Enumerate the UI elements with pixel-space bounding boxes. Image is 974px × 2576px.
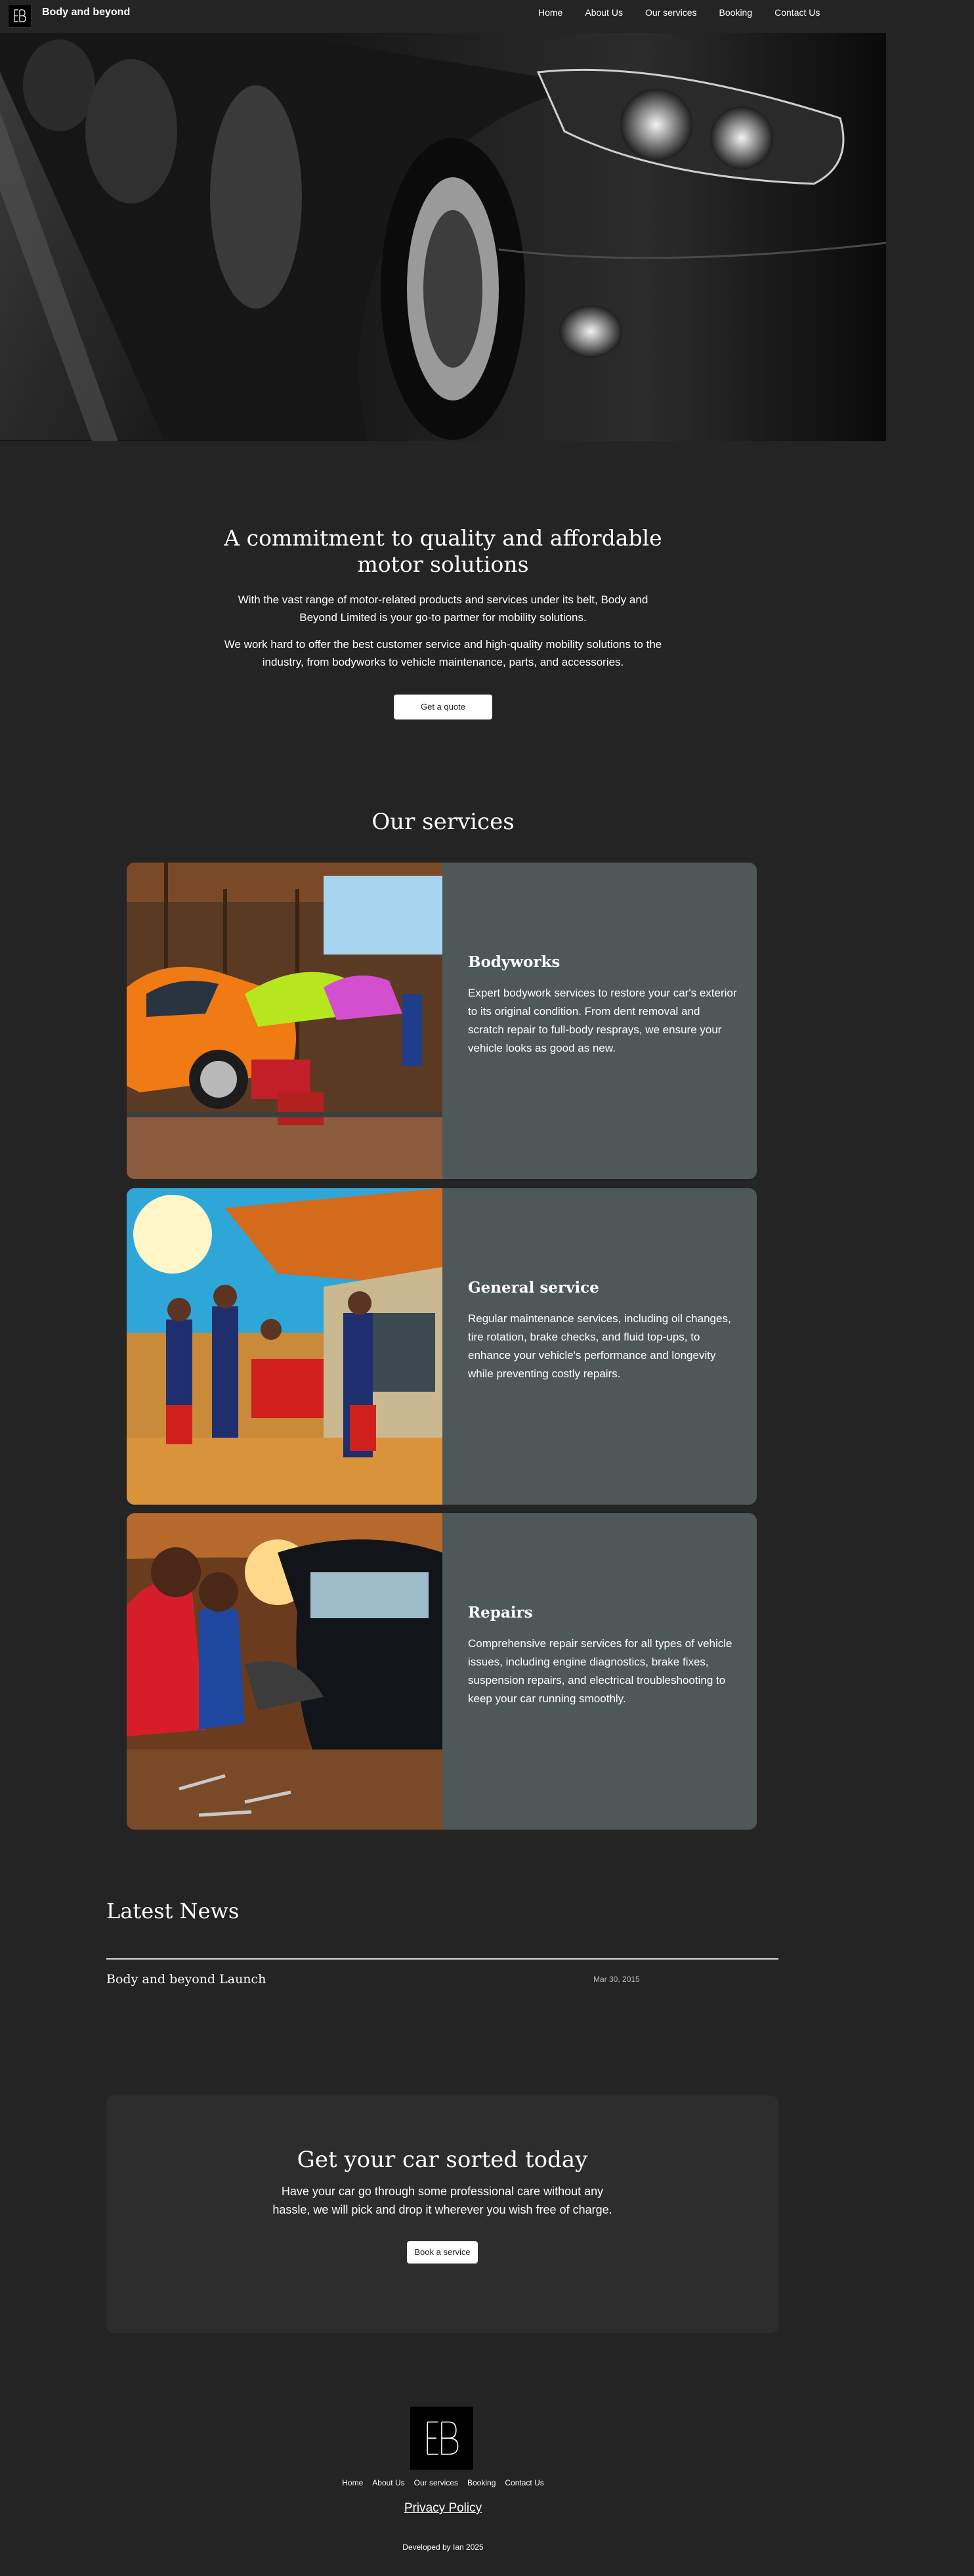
general-service-title: General service — [468, 1279, 599, 1297]
cta-text: Have your car go through some profession… — [272, 2185, 612, 2216]
cta-title: Get your car sorted today — [297, 2147, 588, 2173]
hero-image — [0, 33, 886, 441]
footer-nav-contact-us[interactable]: Contact Us — [505, 2478, 543, 2487]
cta-section: Get your car sorted today Have your car … — [106, 2095, 778, 2333]
footer-nav-home[interactable]: Home — [342, 2478, 363, 2487]
repairs-image — [127, 1513, 442, 1830]
service-card-bodyworks: Bodyworks Expert bodywork services to re… — [127, 863, 757, 1179]
book-service-button[interactable]: Book a service — [407, 2241, 478, 2264]
service-card-repairs: Repairs Comprehensive repair services fo… — [127, 1513, 757, 1830]
developer-credit: Developed by Ian 2025 — [402, 2543, 484, 2552]
main-nav: Home About Us Our services Booking Conta… — [538, 7, 820, 18]
bodyworks-image — [127, 863, 442, 1179]
commitment-paragraph-2: We work hard to offer the best customer … — [224, 638, 662, 668]
repairs-title: Repairs — [468, 1604, 533, 1621]
footer-nav-booking[interactable]: Booking — [467, 2478, 496, 2487]
latest-news-title: Latest News — [106, 1899, 240, 1923]
general-service-text: General service Regular maintenance serv… — [468, 1279, 737, 1383]
footer-nav-about-us[interactable]: About Us — [372, 2478, 404, 2487]
brand-logo-icon[interactable] — [8, 4, 32, 28]
footer-nav-our-services[interactable]: Our services — [414, 2478, 458, 2487]
general-service-image — [127, 1188, 442, 1505]
news-item-date: Mar 30, 2015 — [593, 1975, 640, 1984]
commitment-section: A commitment to quality and affordable m… — [223, 525, 663, 719]
bodyworks-title: Bodyworks — [468, 953, 561, 971]
brand-name[interactable]: Body and beyond — [42, 7, 130, 18]
commitment-paragraph-1: With the vast range of motor-related pro… — [238, 593, 648, 624]
commitment-title: A commitment to quality and affordable m… — [224, 525, 662, 577]
repairs-text: Repairs Comprehensive repair services fo… — [468, 1604, 737, 1708]
news-item-title[interactable]: Body and beyond Launch — [106, 1972, 266, 1986]
nav-home[interactable]: Home — [538, 7, 562, 18]
repairs-description: Comprehensive repair services for all ty… — [468, 1637, 732, 1705]
nav-booking[interactable]: Booking — [719, 7, 753, 18]
news-divider — [106, 1958, 778, 1960]
get-quote-button[interactable]: Get a quote — [394, 695, 492, 719]
service-card-general-service: General service Regular maintenance serv… — [127, 1188, 757, 1505]
nav-our-services[interactable]: Our services — [645, 7, 697, 18]
services-title: Our services — [371, 809, 515, 835]
nav-about-us[interactable]: About Us — [585, 7, 623, 18]
bodyworks-text: Bodyworks Expert bodywork services to re… — [468, 953, 737, 1058]
privacy-policy-link[interactable]: Privacy Policy — [0, 2501, 886, 2516]
nav-contact-us[interactable]: Contact Us — [774, 7, 820, 18]
footer-logo-icon[interactable] — [410, 2407, 473, 2470]
site-header: Body and beyond Home About Us Our servic… — [0, 0, 974, 33]
footer-nav: Home About Us Our services Booking Conta… — [0, 2478, 886, 2487]
general-service-description: Regular maintenance services, including … — [468, 1312, 731, 1380]
bodyworks-description: Expert bodywork services to restore your… — [468, 987, 737, 1054]
